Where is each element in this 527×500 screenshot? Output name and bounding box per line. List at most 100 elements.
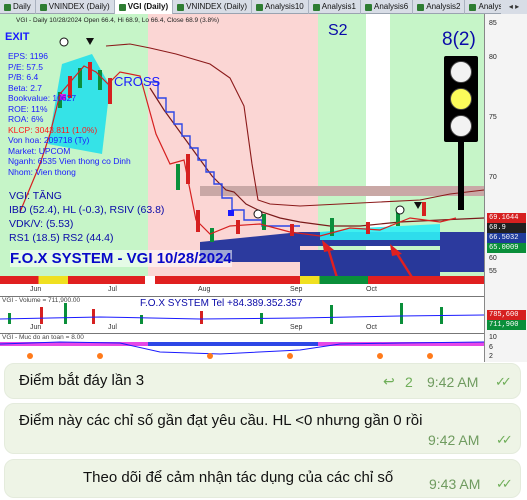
- price-axis: 85 80 75 70 69.1644 68.9 66.5032 65.0009…: [484, 14, 527, 362]
- month-label: Jul: [108, 324, 117, 331]
- tab-vnindex[interactable]: VNINDEX (Daily): [36, 0, 115, 14]
- month-label: Sep: [290, 324, 303, 331]
- resistance-band: [200, 186, 484, 196]
- fundamentals-block: EPS: 1196 P/E: 57.5 P/B: 6.4 Beta: 2.7 B…: [8, 51, 131, 177]
- axis-tick: 75: [489, 114, 497, 121]
- traffic-light-pole: [458, 142, 464, 210]
- message-time: 9:42 AM: [427, 374, 479, 390]
- message-time: 9:43 AM: [429, 476, 481, 492]
- message-time: 9:42 AM: [428, 432, 480, 448]
- volume-tag-current: 711,900: [487, 320, 526, 330]
- axis-tick: 60: [489, 255, 497, 262]
- tab-daily[interactable]: Daily: [0, 0, 36, 14]
- chart-icon: [39, 3, 47, 11]
- analysis-icon: [256, 3, 264, 11]
- signal-count-label: 8(2): [442, 29, 476, 50]
- traffic-light-icon: [444, 56, 478, 142]
- tab-analysis2[interactable]: Analysis2: [413, 0, 466, 14]
- chart-screenshot: Daily VNINDEX (Daily) VGI (Daily) VNINDE…: [0, 0, 527, 362]
- chart-icon: [4, 3, 11, 11]
- analysis-icon: [364, 3, 372, 11]
- price-pane: VGI - Daily 10/28/2024 Open 66.4, Hi 68.…: [0, 14, 484, 276]
- tab-scroll-arrows[interactable]: ◂ ▸: [501, 0, 527, 14]
- support-band-lower: [300, 250, 440, 276]
- signal-marker: [59, 37, 69, 47]
- fox-system-title: F.O.X SYSTEM - VGI 10/28/2024: [10, 250, 232, 267]
- pe-value: P/E: 57.5: [8, 61, 43, 72]
- price-tag-high: 69.1644: [487, 213, 526, 223]
- s2-label: S2: [328, 22, 348, 39]
- traffic-lamp-middle: [450, 88, 472, 110]
- price-tag-low: 65.0009: [487, 243, 526, 253]
- month-label: Jul: [108, 286, 117, 293]
- bookvalue-value: Bookvalue: 10627: [8, 93, 77, 103]
- group-value: Nhom: Vien thong: [8, 166, 76, 177]
- eps-value: EPS: 1196: [8, 51, 49, 61]
- price-month-axis: Jun Jul Aug Sep Oct: [0, 276, 484, 296]
- safety-tick: 6: [489, 344, 493, 351]
- month-label: Oct: [366, 286, 377, 293]
- beta-value: Beta: 2.7: [8, 82, 43, 93]
- axis-tick: 85: [489, 20, 497, 27]
- chart-tab-strip: Daily VNINDEX (Daily) VGI (Daily) VNINDE…: [0, 0, 527, 14]
- tab-analysis10[interactable]: Analysis10: [252, 0, 309, 14]
- signal-marker: [253, 209, 263, 219]
- sell-marker: [414, 202, 422, 209]
- price-tag-band: 66.5032: [487, 233, 526, 243]
- fox-contact: F.O.X SYSTEM Tel +84.389.352.357: [140, 298, 303, 309]
- message-bubble[interactable]: Theo dõi để cảm nhận tác dụng của các ch…: [4, 459, 521, 498]
- industry-value: Nganh: 6535 Vien thong co Dinh: [8, 156, 131, 166]
- reply-arrow-icon[interactable]: ↩: [383, 373, 395, 390]
- exit-label: EXIT: [5, 31, 30, 43]
- message-text: Điểm bắt đáy lần 3: [19, 372, 145, 389]
- message-text: Điểm này các chỉ số gần đạt yêu cầu. HL …: [19, 412, 423, 429]
- vdkv-value: VDK/V: (5.53): [9, 218, 74, 230]
- analysis-icon: [417, 3, 425, 11]
- double-check-icon: ✓✓: [496, 432, 513, 447]
- buy-square: [228, 210, 234, 216]
- axis-tick: 70: [489, 174, 497, 181]
- ibd-value: IBD (52.4), HL (-0.3), RSIV (63.8): [9, 204, 165, 216]
- month-label: Aug: [198, 286, 211, 293]
- traffic-lamp-top: [450, 61, 472, 83]
- color-strip: [0, 276, 484, 284]
- klcp-value: KLCP: 3043.811 (1.0%): [8, 124, 98, 135]
- safety-chart: [0, 341, 484, 359]
- message-text: Theo dõi để cảm nhận tác dụng của các ch…: [83, 469, 394, 486]
- tab-vnindex-2[interactable]: VNINDEX (Daily): [173, 0, 253, 14]
- market-value: Market: UPCOM: [8, 145, 71, 156]
- pb-value: P/B: 6.4: [8, 72, 39, 82]
- sell-marker: [86, 38, 94, 45]
- month-label: Oct: [366, 324, 377, 331]
- traffic-lamp-bottom: [450, 115, 472, 137]
- double-check-icon: ✓✓: [496, 476, 513, 491]
- price-tag-close: 68.9: [487, 223, 526, 233]
- analysis-icon: [469, 3, 477, 11]
- safety-tick: 10: [489, 334, 497, 341]
- volume-month-axis: Jun Jul Sep Oct: [0, 324, 484, 333]
- month-label: Jun: [30, 286, 42, 293]
- safety-level-pane: VGI - Muc do an toan = 8.00: [0, 333, 484, 362]
- safety-tick: 2: [489, 353, 493, 360]
- chart-icon: [177, 3, 185, 11]
- double-check-icon: ✓✓: [495, 374, 512, 389]
- ma-line-maroon-upper: [105, 43, 484, 207]
- message-bubble[interactable]: Điểm này các chỉ số gần đạt yêu cầu. HL …: [4, 403, 521, 454]
- market-cap-value: Von hoa: 209718 (Ty): [8, 135, 90, 145]
- roe-value: ROE: 11%: [8, 103, 48, 114]
- chart-icon: [118, 3, 126, 11]
- reply-count[interactable]: 2: [405, 374, 413, 390]
- tab-analysis6[interactable]: Analysis6: [361, 0, 414, 14]
- status-value: VGI: TĂNG: [9, 190, 62, 202]
- analysis-icon: [312, 3, 320, 11]
- indicator-block: VGI: TĂNG IBD (52.4), HL (-0.3), RSIV (6…: [9, 189, 164, 245]
- tab-analysis1[interactable]: Analysis1: [309, 0, 361, 14]
- volume-tag-high: 785,600: [487, 310, 526, 320]
- axis-tick: 55: [489, 268, 497, 275]
- tab-vgi[interactable]: VGI (Daily): [114, 0, 174, 14]
- signal-marker: [395, 205, 405, 215]
- month-label: Jun: [30, 324, 42, 331]
- message-bubble[interactable]: Điểm bắt đáy lần 3 ↩ 2 9:42 AM ✓✓: [4, 363, 521, 399]
- chart-header: VGI - Daily 10/28/2024 Open 66.4, Hi 68.…: [16, 17, 220, 24]
- rs-value: RS1 (18.5) RS2 (44.4): [9, 232, 114, 244]
